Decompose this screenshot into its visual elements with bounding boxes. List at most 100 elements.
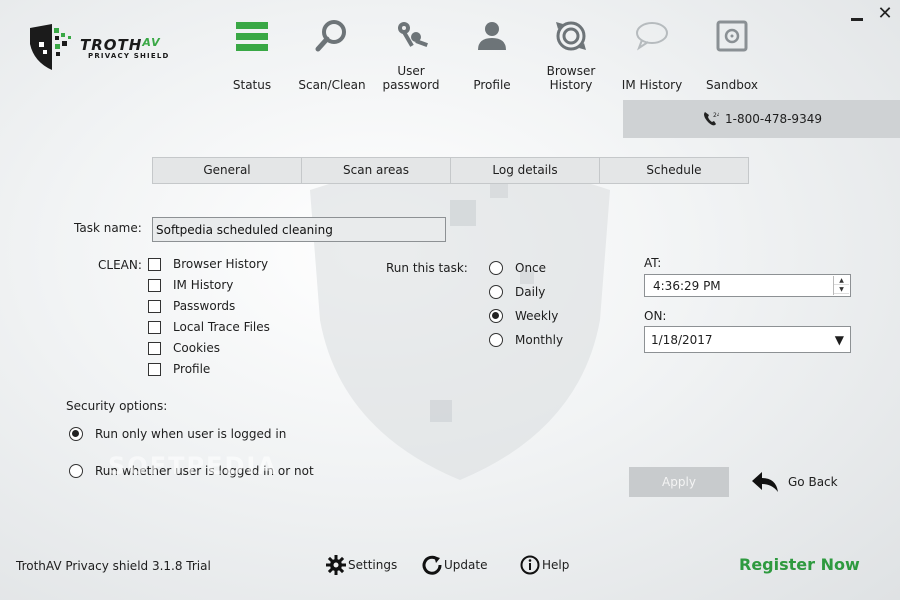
nav-browser-history-label: Browser History xyxy=(546,64,596,92)
nav-sandbox-label: Sandbox xyxy=(706,78,758,92)
history-icon xyxy=(556,21,586,51)
checkbox-box[interactable] xyxy=(148,320,161,334)
run-once-radio[interactable]: Once xyxy=(489,261,546,275)
tab-general[interactable]: General xyxy=(153,158,302,183)
radio-circle[interactable] xyxy=(69,464,83,478)
gear-icon xyxy=(326,555,346,575)
checkbox-box[interactable] xyxy=(148,257,161,271)
shield-logo-icon xyxy=(30,24,71,70)
support-phone-bar: 24 1-800-478-9349 xyxy=(623,100,900,138)
radio-label: Once xyxy=(515,261,547,275)
radio-circle[interactable] xyxy=(489,333,503,347)
update-label: Update xyxy=(444,558,488,572)
security-options-label: Security options: xyxy=(66,399,168,413)
settings-label: Settings xyxy=(348,558,398,572)
nav-profile-label: Profile xyxy=(473,78,511,92)
softpedia-watermark: SOFTPEDIA xyxy=(108,452,278,480)
date-picker[interactable]: 1/18/2017 ▼ xyxy=(644,326,851,353)
clean-browser-history-checkbox[interactable]: Browser History xyxy=(148,257,268,271)
dropdown-arrow-icon[interactable]: ▼ xyxy=(835,333,844,347)
tab-scan-areas[interactable]: Scan areas xyxy=(302,158,451,183)
nav-profile[interactable]: Profile xyxy=(447,12,537,92)
radio-circle-selected[interactable] xyxy=(489,309,503,323)
register-now-link[interactable]: Register Now xyxy=(739,555,860,574)
clean-profile-checkbox[interactable]: Profile xyxy=(148,362,210,376)
minimize-button[interactable] xyxy=(850,9,864,23)
checkbox-label: Passwords xyxy=(173,299,236,313)
go-back-button[interactable]: Go Back xyxy=(750,470,838,494)
go-back-label: Go Back xyxy=(788,475,838,489)
time-value: 4:36:29 PM xyxy=(653,278,721,293)
support-phone-number: 1-800-478-9349 xyxy=(725,112,822,126)
brand-subtitle: PRIVACY SHIELD xyxy=(88,52,170,60)
info-icon xyxy=(520,555,540,575)
checkbox-label: Profile xyxy=(173,362,211,376)
nav-scan-clean[interactable]: Scan/Clean xyxy=(287,12,377,92)
nav-im-history-label: IM History xyxy=(621,78,683,92)
clean-label: CLEAN: xyxy=(98,258,142,272)
checkbox-box[interactable] xyxy=(148,341,161,355)
apply-button[interactable]: Apply xyxy=(629,467,729,497)
app-logo: TROTHAV PRIVACY SHIELD xyxy=(26,22,196,72)
status-bars-icon xyxy=(236,22,268,51)
radio-label: Run only when user is logged in xyxy=(95,427,287,441)
help-label: Help xyxy=(542,558,570,572)
radio-circle[interactable] xyxy=(489,261,503,275)
version-text: TrothAV Privacy shield 3.1.8 Trial xyxy=(16,559,211,573)
radio-label: Monthly xyxy=(515,333,564,347)
checkbox-box[interactable] xyxy=(148,299,161,313)
run-weekly-radio[interactable]: Weekly xyxy=(489,309,558,323)
radio-circle-selected[interactable] xyxy=(69,427,83,441)
checkbox-box[interactable] xyxy=(148,278,161,292)
checkbox-label: Browser History xyxy=(173,257,269,271)
close-button[interactable]: ✕ xyxy=(876,4,894,24)
task-name-input[interactable] xyxy=(152,217,446,242)
chat-bubble-icon xyxy=(636,22,668,51)
tab-log-details[interactable]: Log details xyxy=(451,158,600,183)
nav-scan-clean-label: Scan/Clean xyxy=(298,78,366,92)
back-arrow-icon xyxy=(752,472,778,492)
clean-local-trace-files-checkbox[interactable]: Local Trace Files xyxy=(148,320,270,334)
spin-down-icon[interactable]: ▼ xyxy=(834,285,849,294)
time-spinner: ▲ ▼ xyxy=(833,276,849,295)
run-task-label: Run this task: xyxy=(386,261,468,275)
checkbox-label: IM History xyxy=(173,278,234,292)
security-logged-in-radio[interactable]: Run only when user is logged in xyxy=(69,427,286,441)
nav-sandbox[interactable]: Sandbox xyxy=(687,12,777,92)
run-monthly-radio[interactable]: Monthly xyxy=(489,333,563,347)
nav-status-label: Status xyxy=(232,78,272,92)
radio-circle[interactable] xyxy=(489,285,503,299)
shield-backdrop xyxy=(310,165,610,480)
checkbox-label: Local Trace Files xyxy=(173,320,270,334)
radio-label: Daily xyxy=(515,285,546,299)
checkbox-label: Cookies xyxy=(173,341,220,355)
time-picker[interactable]: 4:36:29 PM ▲ ▼ xyxy=(644,274,851,297)
person-icon xyxy=(478,22,506,50)
nav-user-password-label: User password xyxy=(382,64,440,92)
refresh-icon xyxy=(422,555,442,575)
radio-label: Weekly xyxy=(515,309,559,323)
safe-icon xyxy=(716,20,748,52)
nav-status[interactable]: Status xyxy=(207,12,297,92)
svg-text:24: 24 xyxy=(713,112,719,119)
nav-user-password[interactable]: User password xyxy=(366,12,456,92)
settings-tabs: General Scan areas Log details Schedule xyxy=(152,157,749,184)
phone-24-icon: 24 xyxy=(704,112,719,126)
clean-im-history-checkbox[interactable]: IM History xyxy=(148,278,233,292)
update-button[interactable]: Update xyxy=(422,555,487,575)
settings-button[interactable]: Settings xyxy=(326,555,397,575)
date-value: 1/18/2017 xyxy=(651,332,713,347)
spin-up-icon[interactable]: ▲ xyxy=(834,276,849,285)
clean-passwords-checkbox[interactable]: Passwords xyxy=(148,299,235,313)
at-label: AT: xyxy=(644,256,662,270)
keys-icon xyxy=(398,22,428,47)
help-button[interactable]: Help xyxy=(520,555,569,575)
run-daily-radio[interactable]: Daily xyxy=(489,285,545,299)
clean-cookies-checkbox[interactable]: Cookies xyxy=(148,341,220,355)
magnifier-icon xyxy=(315,20,346,52)
nav-im-history[interactable]: IM History xyxy=(607,12,697,92)
on-label: ON: xyxy=(644,309,667,323)
checkbox-box[interactable] xyxy=(148,362,161,376)
tab-schedule[interactable]: Schedule xyxy=(600,158,748,183)
nav-browser-history[interactable]: Browser History xyxy=(526,12,616,92)
